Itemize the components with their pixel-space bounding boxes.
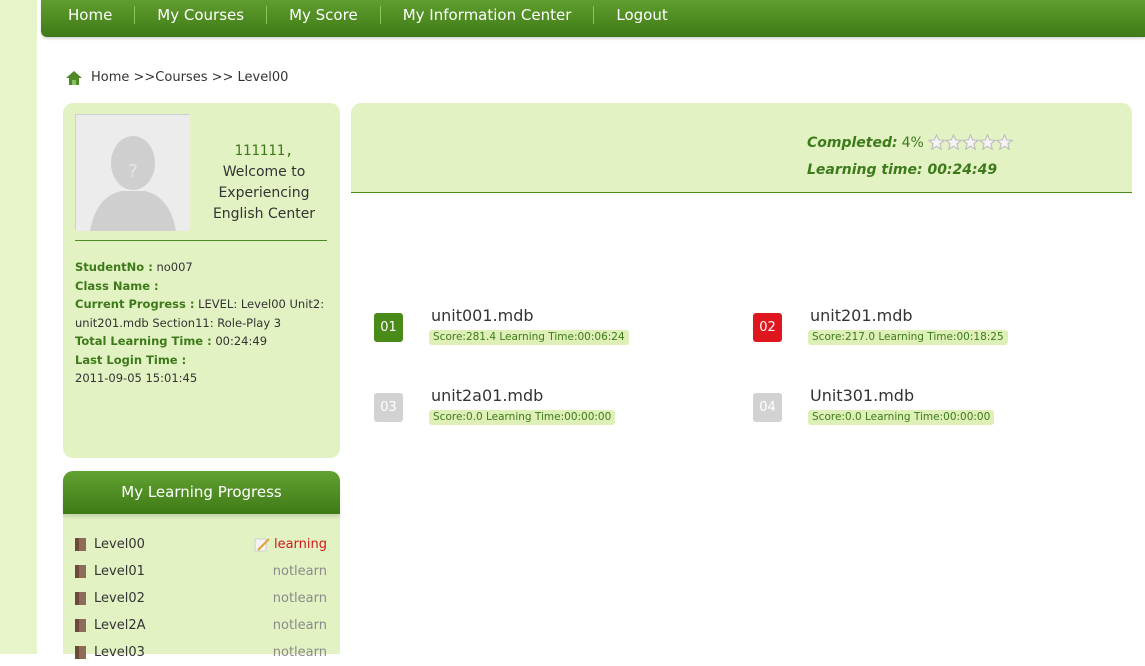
- pencil-icon: [254, 537, 270, 551]
- star-icon: [961, 134, 979, 151]
- nav-my-information-center[interactable]: My Information Center: [381, 6, 595, 24]
- book-icon: [75, 565, 86, 578]
- breadcrumb: Home >>Courses >> Level00: [66, 70, 288, 85]
- nav-my-courses[interactable]: My Courses: [135, 6, 268, 24]
- level-item[interactable]: Level02 notlearn: [75, 585, 327, 612]
- avatar-placeholder-icon: ?: [76, 115, 190, 231]
- total-time-row: Total Learning Time : 00:24:49: [75, 332, 335, 351]
- book-icon: [75, 646, 86, 659]
- book-icon: [75, 592, 86, 605]
- last-login-row: Last Login Time :: [75, 351, 335, 370]
- unit-score: Score:217.0 Learning Time:00:18:25: [808, 330, 1008, 345]
- level-list: Level00 learning Level01 notlearn Level0…: [75, 531, 327, 666]
- profile-divider: [75, 240, 327, 241]
- learning-time-label: Learning time:: [807, 162, 923, 178]
- star-icon: [995, 134, 1013, 151]
- welcome-text: Welcome to Experiencing English Center: [212, 164, 316, 222]
- current-progress-row: Current Progress : LEVEL: Level00 Unit2:…: [75, 295, 335, 332]
- level-name[interactable]: Level03: [94, 645, 273, 660]
- star-icon: [927, 134, 945, 151]
- level-status: notlearn: [272, 645, 327, 660]
- book-icon: [75, 619, 86, 632]
- level-status: notlearn: [272, 564, 327, 579]
- page: Home My Courses My Score My Information …: [0, 0, 1145, 660]
- avatar: ?: [75, 114, 190, 231]
- total-time-label: Total Learning Time :: [75, 334, 212, 348]
- unit-score: Score:0.0 Learning Time:00:00:00: [808, 410, 995, 425]
- learning-progress-title: My Learning Progress: [63, 471, 340, 514]
- nav-my-score[interactable]: My Score: [267, 6, 381, 24]
- level-status: learning: [254, 537, 327, 552]
- level-status: notlearn: [272, 591, 327, 606]
- level-item[interactable]: Level00 learning: [75, 531, 327, 558]
- last-login-label: Last Login Time :: [75, 352, 187, 367]
- home-icon: [66, 70, 82, 85]
- completed-row: Completed: 4%: [807, 134, 1013, 151]
- nav-home[interactable]: Home: [41, 6, 136, 24]
- unit-name-link[interactable]: Unit301.mdb: [810, 386, 914, 405]
- total-time-value: 00:24:49: [215, 334, 268, 348]
- level-name[interactable]: Level02: [94, 591, 273, 606]
- nav-logout[interactable]: Logout: [594, 6, 689, 24]
- student-info: StudentNo : no007 Class Name : Current P…: [75, 258, 335, 388]
- star-rating: [927, 134, 1013, 151]
- completed-label: Completed:: [807, 134, 898, 151]
- completed-value: 4%: [901, 134, 924, 151]
- student-no-label: StudentNo :: [75, 260, 153, 274]
- last-login-value: 2011-09-05 15:01:45: [75, 371, 198, 385]
- star-icon: [978, 134, 996, 151]
- unit-name-link[interactable]: unit001.mdb: [431, 306, 534, 325]
- learning-progress-panel: My Learning Progress Level00 learning Le…: [63, 471, 340, 660]
- unit-number-badge: 01: [374, 313, 403, 342]
- profile-card: ? 111111, Welcome to Experiencing Englis…: [63, 103, 340, 458]
- course-summary: Completed: 4% Learning time: 00:24:49: [351, 103, 1132, 193]
- level-name[interactable]: Level01: [94, 564, 273, 579]
- level-item[interactable]: Level2A notlearn: [75, 612, 327, 639]
- level-status: notlearn: [272, 618, 327, 633]
- learning-time-value: 00:24:49: [927, 162, 998, 178]
- learning-time-row: Learning time: 00:24:49: [807, 162, 997, 178]
- level-name[interactable]: Level2A: [94, 618, 273, 633]
- class-name-label: Class Name :: [75, 278, 159, 293]
- unit-score: Score:0.0 Learning Time:00:00:00: [429, 410, 616, 425]
- unit-score: Score:281.4 Learning Time:00:06:24: [429, 330, 629, 345]
- level-item[interactable]: Level03 notlearn: [75, 639, 327, 666]
- unit-number-badge: 03: [374, 393, 403, 422]
- top-navigation: Home My Courses My Score My Information …: [41, 0, 1145, 37]
- svg-text:?: ?: [128, 161, 138, 182]
- student-no-row: StudentNo : no007: [75, 258, 335, 277]
- unit-number-badge: 04: [753, 393, 782, 422]
- level-item[interactable]: Level01 notlearn: [75, 558, 327, 585]
- star-icon: [944, 134, 962, 151]
- unit-number-badge: 02: [753, 313, 782, 342]
- user-id: 111111,: [234, 143, 294, 159]
- level-status-text: learning: [273, 537, 327, 552]
- unit-name-link[interactable]: unit2a01.mdb: [431, 386, 543, 405]
- book-icon: [75, 538, 86, 551]
- current-progress-label: Current Progress :: [75, 297, 195, 311]
- level-name[interactable]: Level00: [94, 537, 254, 552]
- breadcrumb-text[interactable]: Home >>Courses >> Level00: [91, 70, 288, 85]
- student-no-value: no007: [156, 260, 193, 274]
- class-name-row: Class Name :: [75, 277, 335, 296]
- welcome-message: 111111, Welcome to Experiencing English …: [195, 141, 333, 225]
- unit-name-link[interactable]: unit201.mdb: [810, 306, 913, 325]
